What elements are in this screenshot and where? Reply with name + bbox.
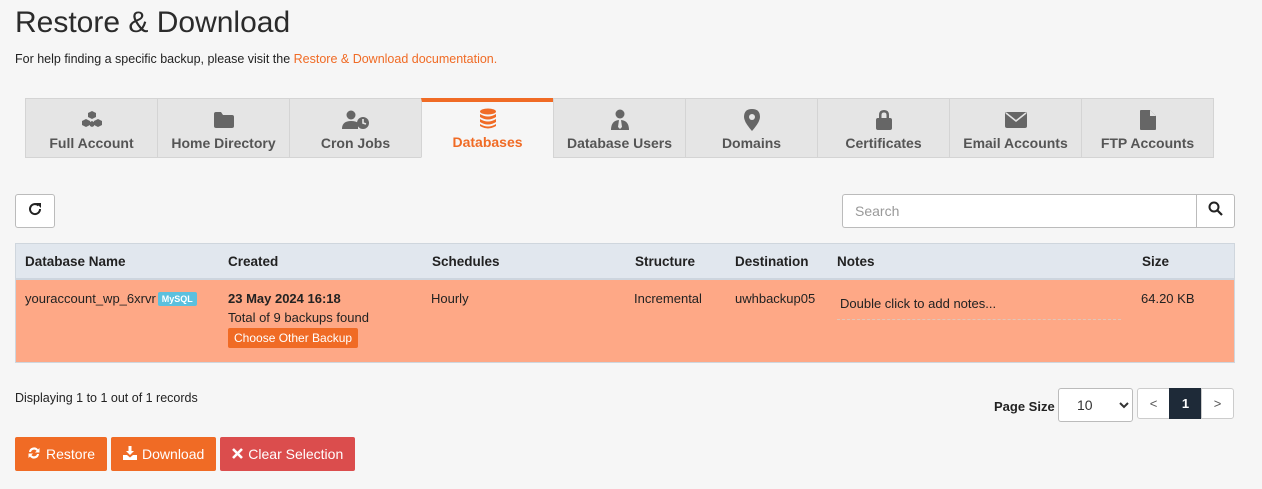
- tab-cron-jobs[interactable]: Cron Jobs: [289, 98, 422, 158]
- search-input[interactable]: [842, 194, 1196, 228]
- restore-label: Restore: [46, 446, 96, 462]
- documentation-link[interactable]: Restore & Download documentation.: [294, 52, 498, 66]
- column-header-size[interactable]: Size: [1142, 254, 1169, 269]
- table-row[interactable]: youraccount_wp_6xrvr MySQL 23 May 2024 16…: [16, 280, 1234, 362]
- restore-button[interactable]: Restore: [15, 437, 108, 471]
- tab-label: Home Directory: [171, 135, 276, 151]
- map-marker-icon: [743, 109, 760, 131]
- cell-destination: uwhbackup05: [735, 291, 816, 306]
- help-text: For help finding a specific backup, plea…: [15, 52, 497, 66]
- table-header: Database Name Created Schedules Structur…: [16, 244, 1234, 280]
- column-header-database-name[interactable]: Database Name: [25, 254, 126, 269]
- column-header-schedules[interactable]: Schedules: [432, 254, 500, 269]
- tab-label: Databases: [452, 134, 523, 150]
- cell-database-name: youraccount_wp_6xrvr MySQL: [25, 291, 197, 306]
- databases-table: Database Name Created Schedules Structur…: [15, 243, 1235, 363]
- tab-full-account[interactable]: Full Account: [25, 98, 158, 158]
- tab-domains[interactable]: Domains: [685, 98, 818, 158]
- column-header-destination[interactable]: Destination: [735, 254, 809, 269]
- choose-other-backup-button[interactable]: Choose Other Backup: [228, 328, 359, 348]
- column-header-notes[interactable]: Notes: [837, 254, 875, 269]
- clear-selection-button[interactable]: Clear Selection: [220, 437, 356, 471]
- folder-icon: [213, 109, 235, 131]
- help-prefix: For help finding a specific backup, plea…: [15, 52, 294, 66]
- cubes-icon: [81, 109, 103, 131]
- clear-selection-label: Clear Selection: [248, 446, 344, 462]
- records-info: Displaying 1 to 1 out of 1 records: [15, 391, 198, 405]
- tab-home-directory[interactable]: Home Directory: [157, 98, 290, 158]
- tab-certificates[interactable]: Certificates: [817, 98, 950, 158]
- user-tie-icon: [610, 109, 629, 131]
- tab-label: Cron Jobs: [320, 135, 391, 151]
- sync-icon: [27, 446, 41, 463]
- column-header-created[interactable]: Created: [228, 254, 278, 269]
- column-header-structure[interactable]: Structure: [635, 254, 695, 269]
- tab-email-accounts[interactable]: Email Accounts: [949, 98, 1082, 158]
- tab-database-users[interactable]: Database Users: [553, 98, 686, 158]
- page-size-label: Page Size: [994, 399, 1055, 414]
- cell-size: 64.20 KB: [1141, 291, 1195, 306]
- tab-label: Full Account: [49, 135, 134, 151]
- download-label: Download: [142, 446, 205, 462]
- refresh-button[interactable]: [15, 194, 55, 228]
- page-title: Restore & Download: [15, 6, 291, 39]
- cell-structure: Incremental: [634, 291, 702, 306]
- file-icon: [1139, 109, 1156, 131]
- tab-databases[interactable]: Databases: [421, 98, 554, 158]
- refresh-icon: [27, 201, 43, 222]
- tab-label: Domains: [721, 135, 782, 151]
- search-box: [842, 194, 1235, 228]
- cell-notes: Double click to add notes...: [837, 292, 1121, 320]
- cell-schedules: Hourly: [431, 291, 469, 306]
- notes-editable[interactable]: Double click to add notes...: [837, 292, 1121, 320]
- cell-created: 23 May 2024 16:18 Total of 9 backups fou…: [228, 291, 369, 348]
- tab-ftp-accounts[interactable]: FTP Accounts: [1081, 98, 1214, 158]
- tab-label: FTP Accounts: [1100, 135, 1195, 151]
- tab-label: Certificates: [845, 135, 922, 151]
- page-1-button[interactable]: 1: [1169, 388, 1202, 419]
- prev-page-button[interactable]: <: [1137, 388, 1170, 419]
- database-name: youraccount_wp_6xrvr: [25, 291, 156, 306]
- created-date: 23 May 2024 16:18: [228, 291, 341, 306]
- search-icon: [1208, 201, 1223, 221]
- envelope-icon: [1004, 109, 1027, 131]
- database-icon: [479, 108, 497, 130]
- download-button[interactable]: Download: [111, 437, 217, 471]
- close-icon: [232, 446, 244, 462]
- tab-label: Database Users: [566, 135, 673, 151]
- download-icon: [123, 445, 138, 463]
- search-button[interactable]: [1196, 194, 1235, 228]
- next-page-button[interactable]: >: [1201, 388, 1234, 419]
- mysql-badge: MySQL: [157, 292, 197, 306]
- page-size-select[interactable]: 10: [1058, 388, 1133, 422]
- user-clock-icon: [341, 109, 370, 131]
- pagination: < 1 >: [1137, 388, 1234, 419]
- tab-label: Email Accounts: [963, 135, 1068, 151]
- backup-count: Total of 9 backups found: [228, 310, 369, 325]
- backup-type-tabs: Full Account Home Directory Cron Jobs Da…: [25, 98, 1214, 158]
- lock-icon: [875, 109, 893, 131]
- action-bar: Restore Download Clear Selection: [15, 437, 356, 471]
